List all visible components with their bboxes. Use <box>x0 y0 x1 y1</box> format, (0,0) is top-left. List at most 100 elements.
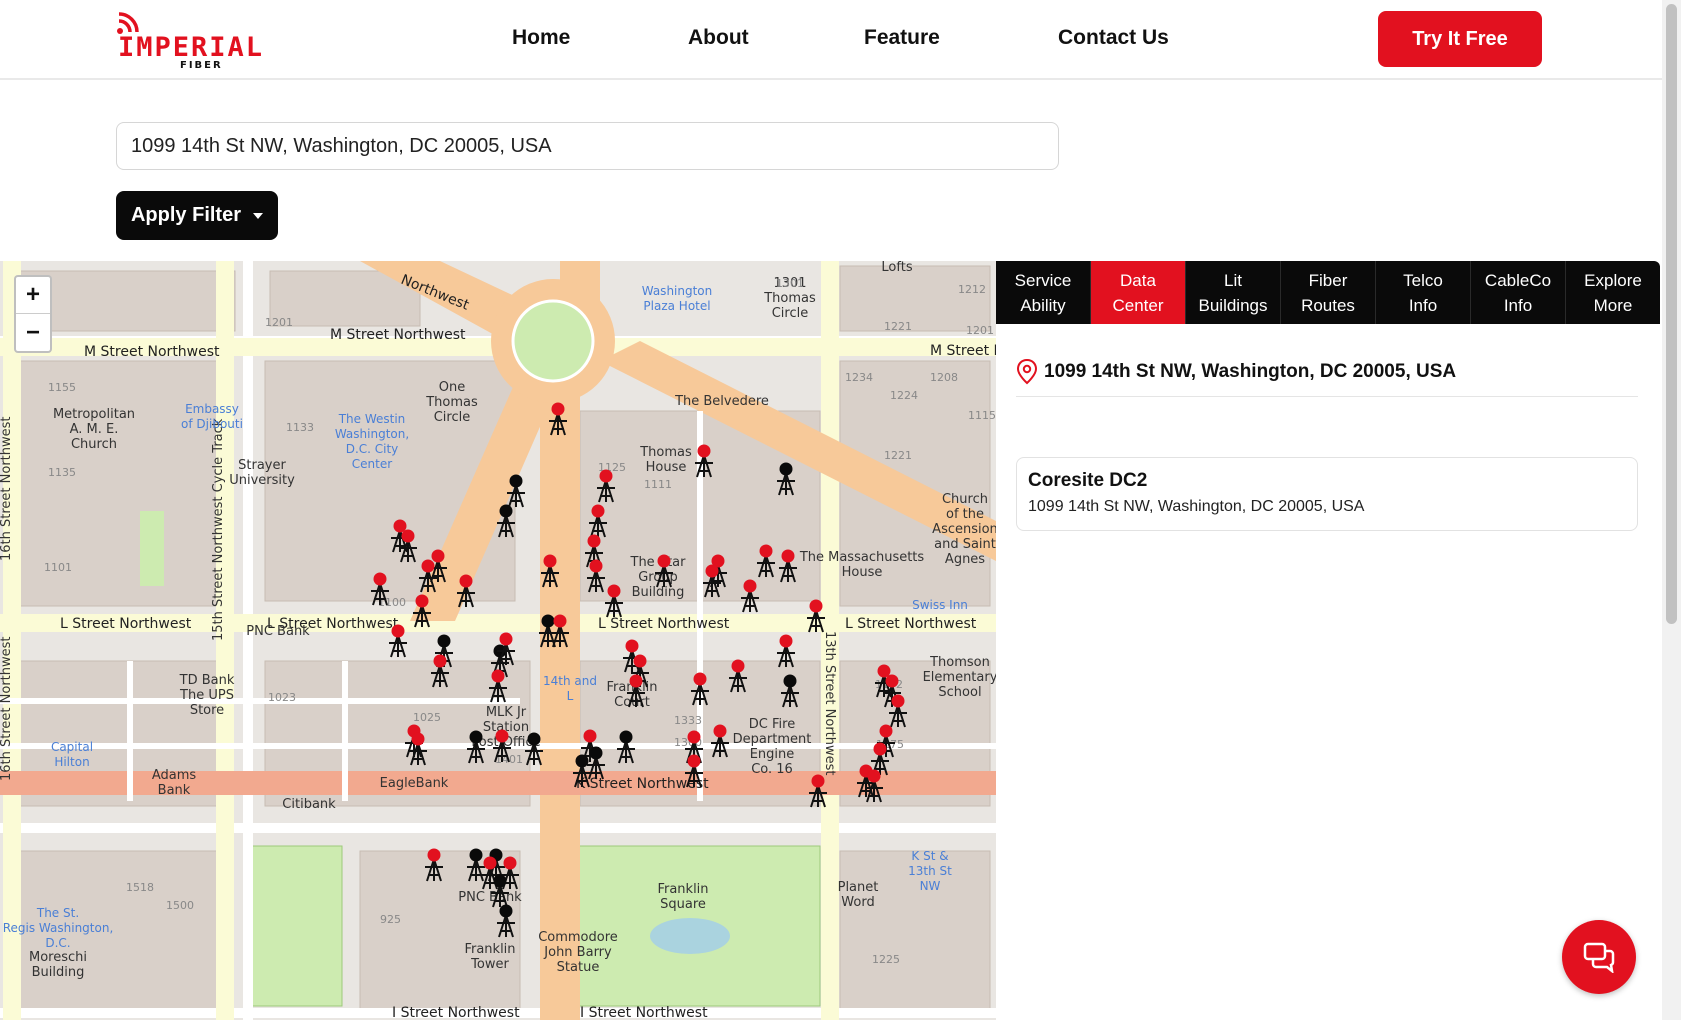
nav-contact-us[interactable]: Contact Us <box>1058 26 1169 50</box>
zoom-control: + − <box>14 275 52 353</box>
street-label: I Street Northwest <box>392 1005 520 1020</box>
nav-about[interactable]: About <box>688 26 749 50</box>
place-label: EagleBank <box>380 776 449 791</box>
apply-filter-button[interactable]: Apply Filter <box>116 191 278 240</box>
place-label: PNC Bank <box>458 890 522 905</box>
building-number: 1221 <box>884 449 912 462</box>
selected-address-text: 1099 14th St NW, Washington, DC 20005, U… <box>1044 361 1457 382</box>
place-label: The Massachusetts <box>799 550 925 565</box>
street-label: L Street Northwest <box>598 616 730 632</box>
place-label: DC Fire <box>749 717 795 732</box>
place-label: Regis Washington, <box>3 921 114 935</box>
chat-button[interactable] <box>1562 920 1636 994</box>
building-number: 1208 <box>930 371 958 384</box>
place-label: A. M. E. <box>70 422 119 437</box>
place-label: Statue <box>557 960 600 975</box>
place-label: Washington, <box>335 427 409 441</box>
place-label: TD Bank <box>179 673 235 688</box>
place-label: Metropolitan <box>53 407 135 422</box>
place-label: John Barry <box>543 945 612 960</box>
place-label: Word <box>841 895 874 910</box>
chat-icon <box>1583 942 1615 973</box>
place-label: Adams <box>152 768 197 783</box>
place-label: and Saint <box>934 537 996 552</box>
map-canvas[interactable]: M Street Northwest M Street Northwest M … <box>0 261 996 1020</box>
place-label: Square <box>660 897 706 912</box>
place-label: The St. <box>36 906 79 920</box>
tab-explore-more[interactable]: Explore More <box>1566 261 1660 324</box>
building-number: 1100 <box>378 596 406 609</box>
brand-name: IMPERIAL <box>118 32 265 63</box>
building-number: 1301 <box>776 277 804 290</box>
place-label: Agnes <box>945 552 985 567</box>
zoom-out-button[interactable]: − <box>16 314 50 351</box>
place-label: D.C. City <box>346 442 399 456</box>
building-number: 1500 <box>166 899 194 912</box>
place-label: Church <box>942 492 988 507</box>
building-number: 1234 <box>845 371 873 384</box>
place-label: MLK Jr <box>486 705 527 720</box>
place-label: The Westin <box>338 412 406 426</box>
place-label: Franklin <box>657 882 708 897</box>
building-number: 925 <box>380 913 401 926</box>
site-header: IMPERIAL FIBER Home About Feature Contac… <box>0 0 1662 80</box>
caret-down-icon <box>253 212 263 219</box>
nav-feature[interactable]: Feature <box>864 26 940 50</box>
building-number: 1025 <box>413 711 441 724</box>
street-label: 16th Street Northwest <box>0 636 14 781</box>
place-label: Thomas <box>639 445 692 460</box>
place-label: The UPS <box>179 688 234 703</box>
tab-service-ability[interactable]: Service Ability <box>996 261 1091 324</box>
nav-home[interactable]: Home <box>512 26 570 50</box>
tab-cableco-info[interactable]: CableCo Info <box>1471 261 1566 324</box>
place-label: School <box>938 685 981 700</box>
tab-data-center[interactable]: Data Center <box>1091 261 1186 324</box>
building-number: 1333 <box>674 714 702 727</box>
place-label: Capital <box>51 740 93 754</box>
building-number: 1201 <box>265 316 293 329</box>
data-center-address: 1099 14th St NW, Washington, DC 20005, U… <box>1028 498 1365 515</box>
place-label: of Djibouti <box>181 417 243 431</box>
building-number: 1135 <box>48 466 76 479</box>
place-label: Washington <box>642 284 713 298</box>
place-label: Bank <box>158 783 191 798</box>
brand-logo[interactable]: IMPERIAL FIBER <box>114 10 304 71</box>
map-view[interactable]: M Street Northwest M Street Northwest M … <box>0 261 996 1020</box>
place-label: Elementary <box>923 670 996 685</box>
place-label: Thomas <box>425 395 478 410</box>
place-label: Hilton <box>54 755 89 769</box>
place-label: Embassy <box>185 402 239 416</box>
building-number: 1023 <box>268 691 296 704</box>
place-label: Circle <box>434 410 471 425</box>
place-label: Building <box>32 965 85 980</box>
place-label: Department <box>733 732 812 747</box>
info-panel: Service Ability Data Center Lit Buildings F… <box>996 261 1660 1020</box>
street-label: 15th Street Northwest Cycle Track <box>211 418 226 641</box>
place-label: House <box>646 460 687 475</box>
place-label: 14th and <box>543 674 597 688</box>
place-label: Plaza Hotel <box>643 299 710 313</box>
building-number: 1111 <box>644 478 672 491</box>
place-label: NW <box>920 879 941 893</box>
place-label: Lofts <box>881 261 912 275</box>
place-label: Strayer <box>238 458 286 473</box>
address-search-input[interactable]: 1099 14th St NW, Washington, DC 20005, U… <box>116 122 1059 170</box>
place-label: Church <box>71 437 117 452</box>
building-number: 1225 <box>872 953 900 966</box>
map-pin-icon <box>1016 359 1038 385</box>
place-label: Ascension <box>932 522 996 537</box>
place-label: Center <box>352 457 392 471</box>
place-label: Thomas <box>763 291 816 306</box>
tab-fiber-routes[interactable]: Fiber Routes <box>1281 261 1376 324</box>
street-label: L Street Northwest <box>845 616 977 632</box>
scrollbar-thumb[interactable] <box>1666 4 1677 624</box>
place-label: University <box>229 473 295 488</box>
page-scrollbar[interactable] <box>1662 0 1681 1020</box>
info-tabs: Service Ability Data Center Lit Buildings F… <box>996 261 1660 324</box>
zoom-in-button[interactable]: + <box>16 277 50 314</box>
tab-telco-info[interactable]: Telco Info <box>1376 261 1471 324</box>
building-number: 1212 <box>958 283 986 296</box>
try-it-free-button[interactable]: Try It Free <box>1378 11 1542 67</box>
tab-lit-buildings[interactable]: Lit Buildings <box>1186 261 1281 324</box>
data-center-result-card[interactable]: Coresite DC2 1099 14th St NW, Washington… <box>1016 457 1638 531</box>
